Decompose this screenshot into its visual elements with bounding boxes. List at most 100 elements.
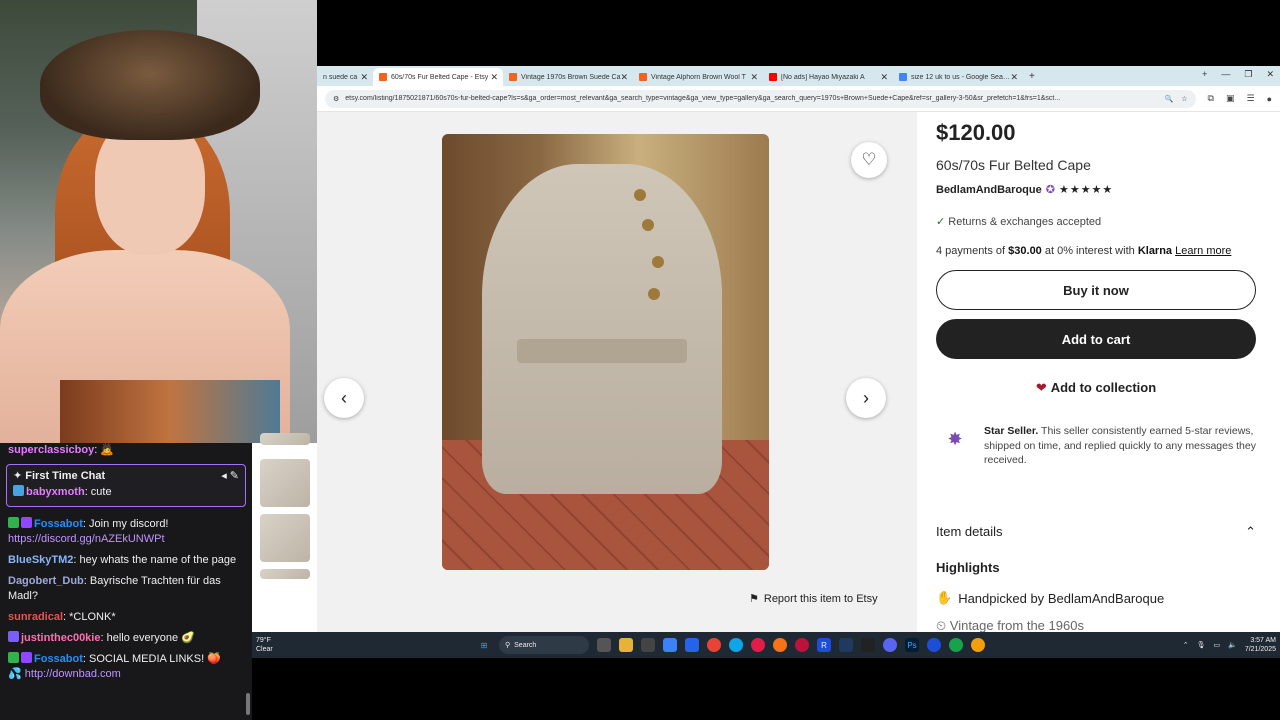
favorite-button[interactable]: ♡ [851,142,887,178]
chat-username[interactable]: BlueSkyTM2 [8,554,73,566]
app-icon[interactable] [751,638,765,652]
bottom-black-bar [252,658,1280,720]
etsy-icon [509,73,517,81]
chat-text: : cute [84,486,112,498]
edge-icon[interactable] [729,638,743,652]
file-explorer-icon[interactable] [619,638,633,652]
network-icon[interactable]: ▭ [1214,641,1221,649]
app-icon[interactable] [861,638,875,652]
plus-icon[interactable]: + [1202,69,1207,80]
chat-username[interactable]: babyxmoth [26,486,85,498]
weather-widget[interactable]: 79°F Clear [252,636,312,654]
zoom-icon[interactable]: 🔍 [1165,95,1174,103]
photo-button [648,288,660,300]
tab[interactable]: size 12 uk to us - Google Search ✕ [893,68,1023,86]
microphone-icon[interactable]: 🎙 [1197,641,1206,649]
volume-icon[interactable]: 🔈 [1228,641,1237,649]
tab[interactable]: Vintage 1970s Brown Suede Ca ✕ [503,68,633,86]
app-icon[interactable]: R [817,638,831,652]
close-icon[interactable]: ✕ [490,72,498,83]
thumbnail[interactable] [260,433,310,445]
app-icon[interactable] [927,638,941,652]
app-icon[interactable] [641,638,655,652]
minimize-icon[interactable]: — [1221,69,1230,80]
photoshop-icon[interactable]: Ps [905,638,919,652]
image-gallery: ‹ › ♡ ⚑ Report this item to Etsy [317,112,917,632]
steam-icon[interactable] [839,638,853,652]
seller-name[interactable]: BedlamAndBaroque [936,184,1042,196]
etsy-icon [639,73,647,81]
discord-icon[interactable] [883,638,897,652]
buy-it-now-button[interactable]: Buy it now [936,270,1256,310]
url-text[interactable]: etsy.com/listing/1875021871/60s70s-fur-b… [345,95,1164,102]
photo-button [634,189,646,201]
chat-username[interactable]: superclassicboy [8,444,94,456]
site-info-icon[interactable]: ⚙ [333,95,339,103]
item-details-toggle[interactable]: Item details ⌃ [936,524,1256,540]
chrome-icon[interactable] [949,638,963,652]
thumbnail[interactable] [260,514,310,562]
new-tab-icon[interactable]: + [1029,71,1035,82]
next-image-button[interactable]: › [846,378,886,418]
thumbnail[interactable] [260,569,310,579]
report-item-link[interactable]: ⚑ Report this item to Etsy [749,592,878,606]
chat-scrollbar[interactable] [246,693,250,715]
task-view-icon[interactable] [597,638,611,652]
clock[interactable]: 3:57 AM 7/21/2025 [1245,636,1276,654]
add-to-collection-button[interactable]: ❤ Add to collection [936,380,1256,396]
chrome-icon[interactable] [971,638,985,652]
close-icon[interactable]: ✕ [360,72,368,83]
sparkle-icon: ✦ [13,470,23,482]
address-bar[interactable]: ⚙ etsy.com/listing/1875021871/60s70s-fur… [325,89,1196,108]
bookmark-star-icon[interactable]: ☆ [1181,95,1187,103]
returns-row: ✓ Returns & exchanges accepted [936,215,1101,228]
profile-avatar[interactable]: ● [1267,94,1272,104]
tab-title: [No ads] Hayao Miyazaki A [781,73,865,81]
close-icon[interactable]: ✕ [620,72,628,83]
restore-icon[interactable]: ❐ [1244,69,1252,80]
thumbnail[interactable] [260,459,310,507]
tab-active[interactable]: 60s/70s Fur Belted Cape - Etsy ✕ [373,68,503,86]
chat-username[interactable]: Fossabot [34,653,83,665]
handpicked-seller-link[interactable]: BedlamAndBaroque [1048,591,1164,606]
discord-link[interactable]: https://discord.gg/nAZEkUNWPt [8,533,165,545]
top-black-bar [317,0,1280,66]
chat-username[interactable]: sunradical [8,611,63,623]
menu-icon[interactable]: ☰ [1246,93,1254,104]
close-icon[interactable]: ✕ [750,72,758,83]
etsy-page: ‹ › ♡ ⚑ Report this item to Etsy $120.00 … [317,112,1280,632]
chat-username[interactable]: Fossabot [34,518,83,530]
chrome-icon[interactable] [707,638,721,652]
chat-username[interactable]: justinthec00kie [21,632,100,644]
etsy-icon [379,73,387,81]
firefox-icon[interactable] [773,638,787,652]
previous-image-button[interactable]: ‹ [324,378,364,418]
app-icon[interactable] [663,638,677,652]
close-icon[interactable]: ✕ [1010,72,1018,83]
app-icon[interactable] [685,638,699,652]
windows-start-icon[interactable]: ⊞ [477,638,491,652]
weather-condition: Clear [256,646,273,653]
tab[interactable]: [No ads] Hayao Miyazaki A ✕ [763,68,893,86]
first-time-chat-header: ✦ First Time Chat ◂ ✎ [13,469,239,482]
more-options-icon[interactable]: ◂ ✎ [221,469,239,482]
close-icon[interactable]: ✕ [880,72,888,83]
tab[interactable]: Vintage Alphorn Brown Wool T ✕ [633,68,763,86]
taskbar-search[interactable]: ⚲ Search [499,636,589,654]
chat-username[interactable]: Dagobert_Dub [8,575,84,587]
rating-stars[interactable]: ★★★★★ [1059,183,1113,196]
chevron-up-icon[interactable]: ⌃ [1183,641,1189,649]
heart-outline-icon: ♡ [861,150,877,169]
app-icon[interactable] [795,638,809,652]
verified-badge-icon [21,652,32,663]
add-to-cart-button[interactable]: Add to cart [936,319,1256,359]
klarna-row: 4 payments of $30.00 at 0% interest with… [936,245,1231,257]
close-window-icon[interactable]: ✕ [1266,69,1274,80]
sidebar-icon[interactable]: ▣ [1226,93,1235,104]
badge-icon [8,631,19,642]
social-link[interactable]: http://downbad.com [25,668,121,680]
tab[interactable]: n suede ca ✕ [317,68,373,86]
extensions-icon[interactable]: ⧉ [1208,93,1214,104]
learn-more-link[interactable]: Learn more [1175,245,1231,257]
product-photo[interactable] [442,134,769,570]
